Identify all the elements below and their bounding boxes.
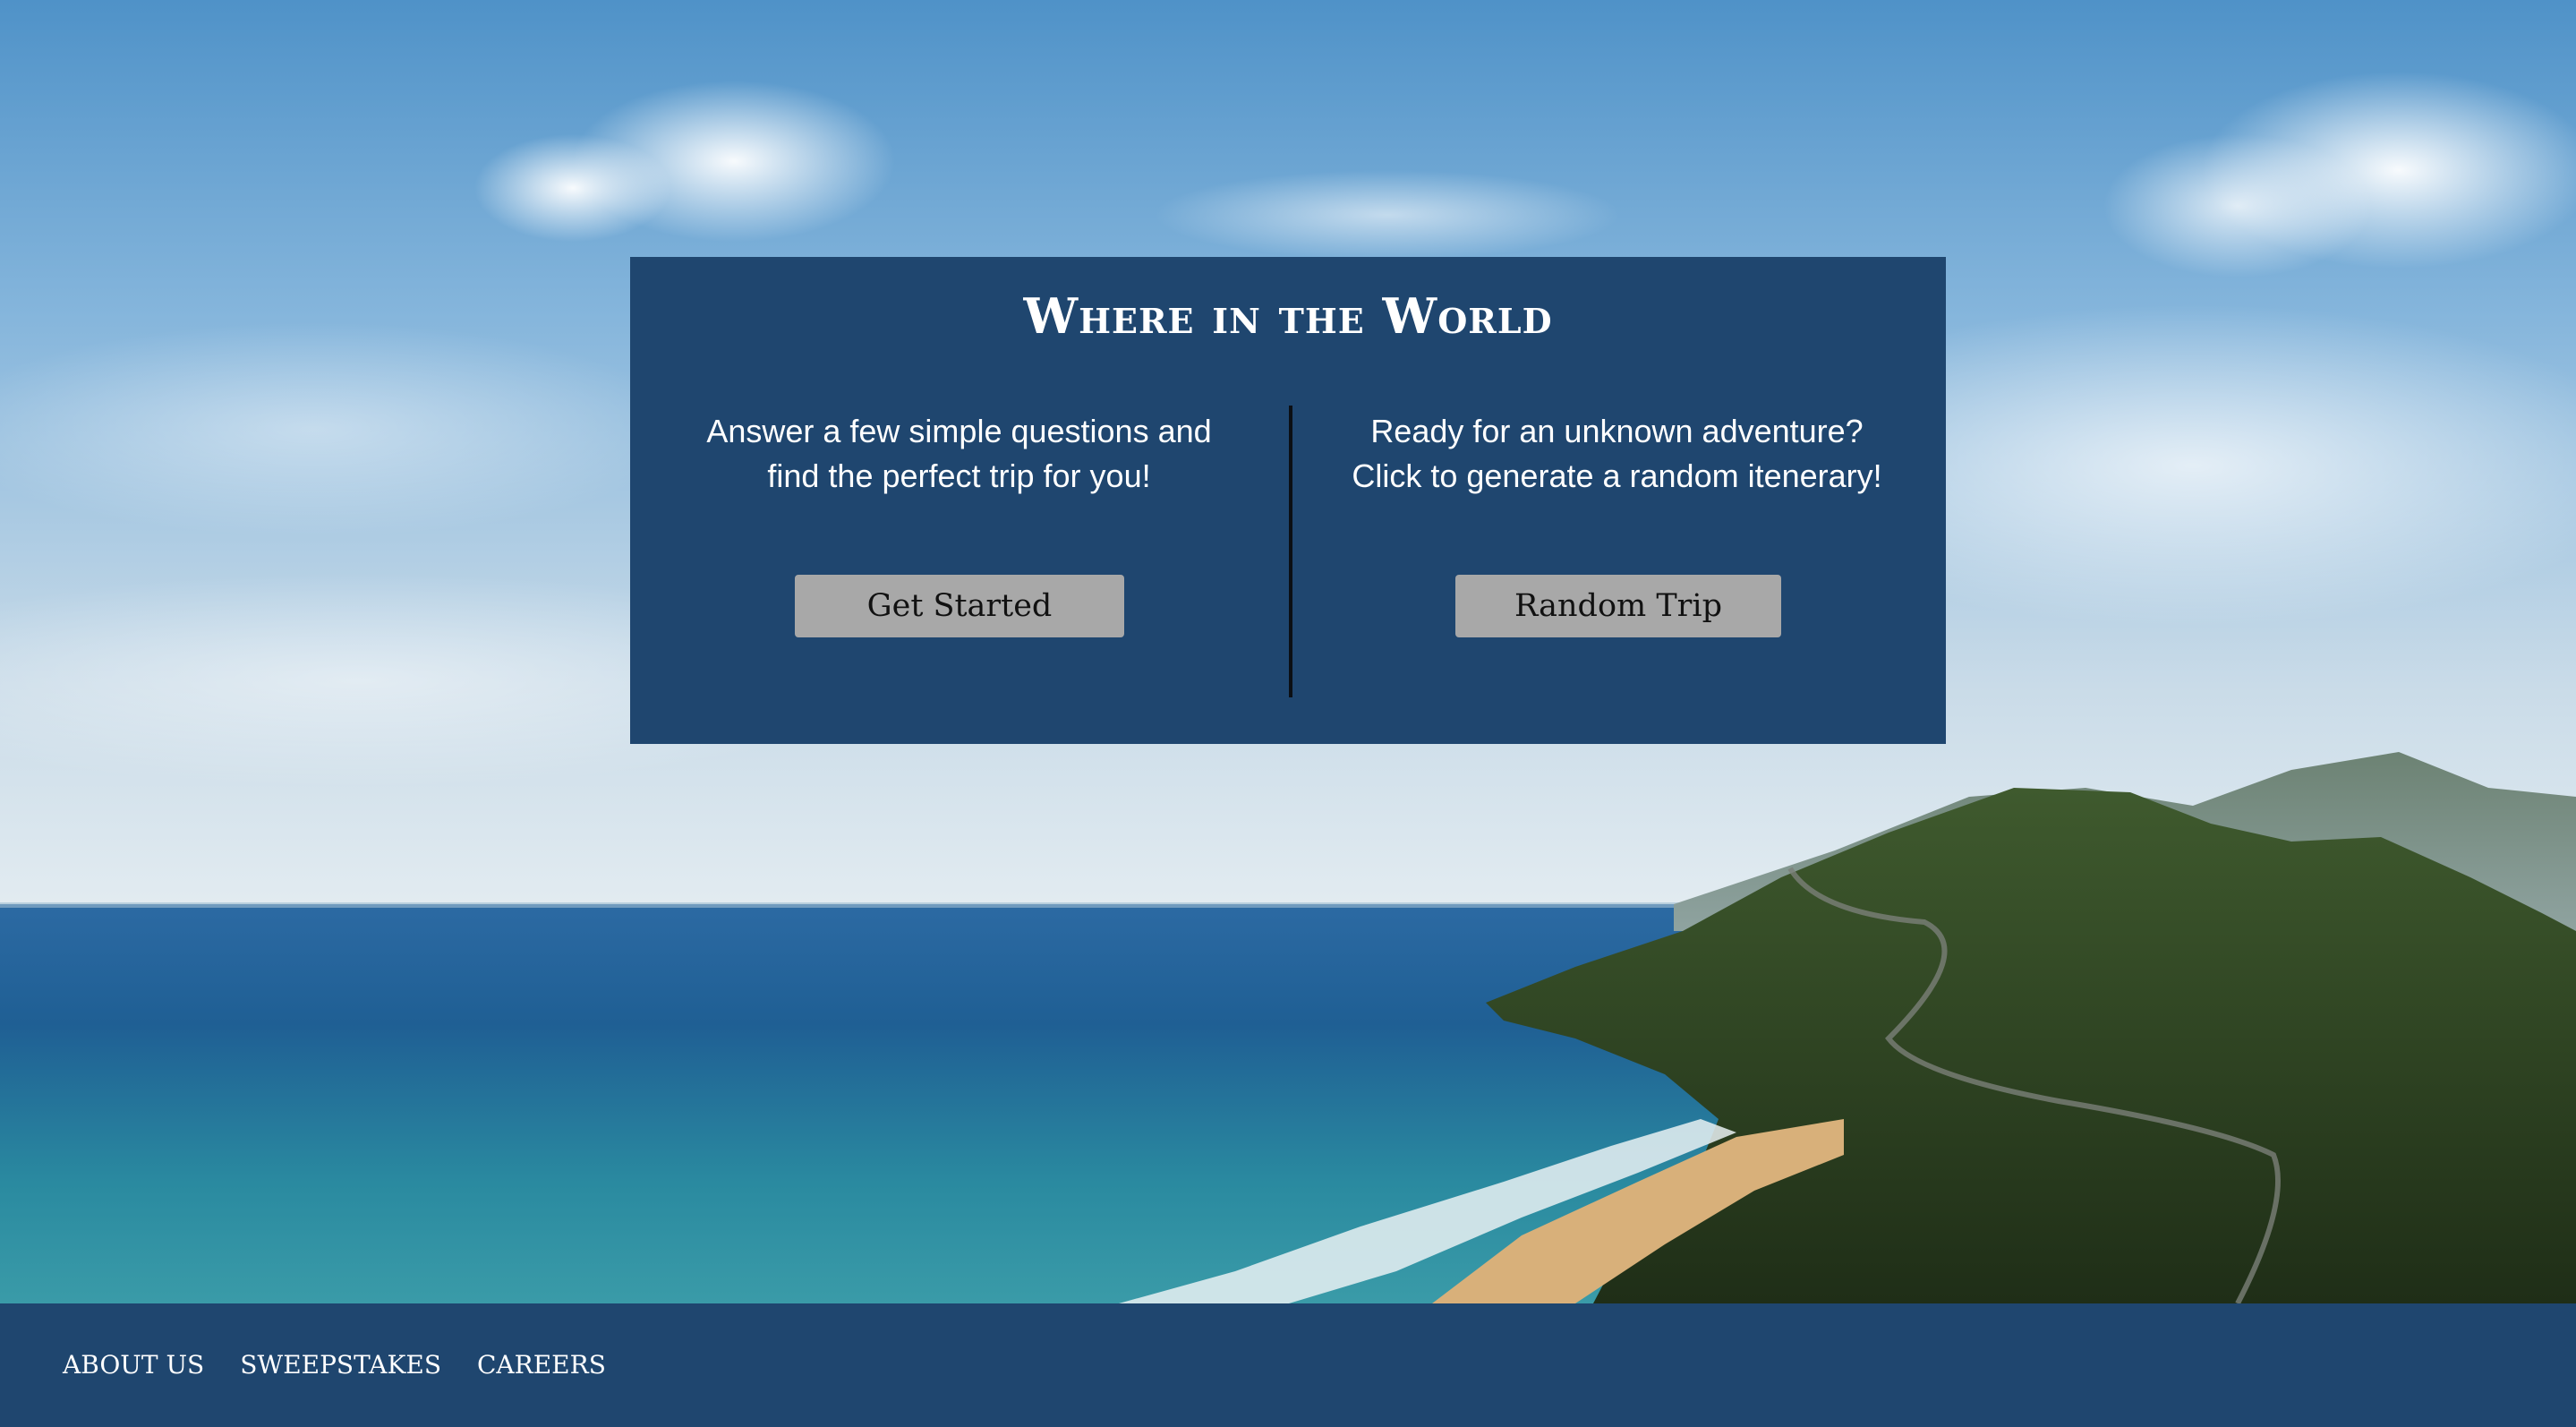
random-trip-column: Ready for an unknown adventure? Click to… bbox=[1288, 409, 1946, 499]
random-trip-line-1: Ready for an unknown adventure? bbox=[1370, 413, 1864, 449]
questionnaire-line-2: find the perfect trip for you! bbox=[767, 457, 1151, 494]
hero-panel: Where in the World Answer a few simple q… bbox=[630, 257, 1946, 744]
get-started-button[interactable]: Get Started bbox=[795, 575, 1124, 637]
column-divider bbox=[1289, 406, 1292, 697]
questionnaire-column: Answer a few simple questions and find t… bbox=[630, 409, 1288, 499]
footer-nav: ABOUT US SWEEPSTAKES CAREERS bbox=[63, 1350, 606, 1380]
site-title: Where in the World bbox=[1023, 287, 1553, 345]
random-trip-line-2: Click to generate a random itenerary! bbox=[1352, 457, 1882, 494]
footer: ABOUT US SWEEPSTAKES CAREERS bbox=[0, 1303, 2576, 1427]
footer-link-sweepstakes[interactable]: SWEEPSTAKES bbox=[240, 1350, 441, 1380]
footer-link-about-us[interactable]: ABOUT US bbox=[63, 1350, 204, 1380]
questionnaire-description: Answer a few simple questions and find t… bbox=[673, 409, 1246, 499]
page: Where in the World Answer a few simple q… bbox=[0, 0, 2576, 1427]
random-trip-description: Ready for an unknown adventure? Click to… bbox=[1331, 409, 1904, 499]
questionnaire-line-1: Answer a few simple questions and bbox=[706, 413, 1212, 449]
random-trip-button[interactable]: Random Trip bbox=[1455, 575, 1781, 637]
footer-link-careers[interactable]: CAREERS bbox=[477, 1350, 606, 1380]
